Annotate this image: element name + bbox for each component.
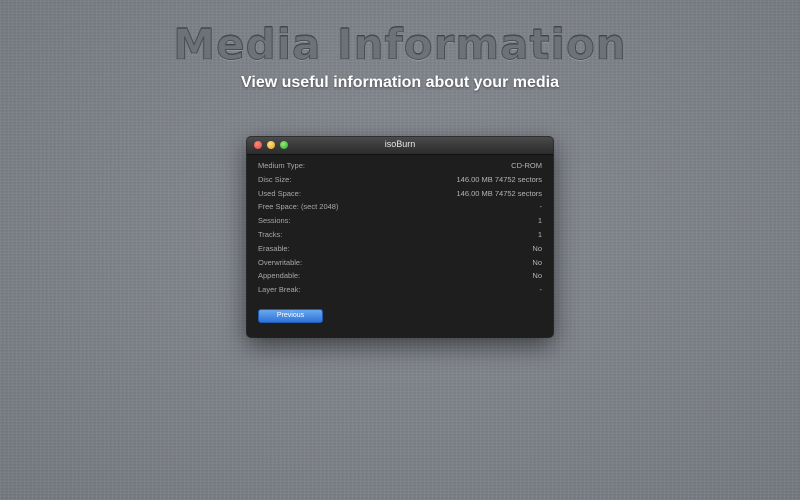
page-title: Media Information (173, 20, 627, 70)
info-value: No (532, 243, 542, 253)
page-subtitle: View useful information about your media (241, 74, 559, 91)
previous-button[interactable]: Previous (258, 309, 323, 323)
info-label: Sessions: (258, 216, 291, 226)
info-row-free-space: Free Space: (sect 2048) - (258, 200, 542, 214)
info-label: Tracks: (258, 229, 283, 239)
info-label: Layer Break: (258, 285, 301, 295)
info-value: 1 (537, 216, 542, 226)
window-title: isoBurn (384, 139, 416, 149)
info-value: 146.00 MB 74752 sectors (456, 174, 542, 184)
info-row-used-space: Used Space: 146.00 MB 74752 sectors (258, 187, 542, 201)
info-value: No (532, 271, 542, 281)
info-value: CD-ROM (511, 161, 542, 170)
info-row-layer-break: Layer Break: - (258, 283, 542, 297)
info-value: - (539, 285, 543, 295)
info-label: Medium Type: (258, 161, 305, 170)
info-label: Appendable: (258, 271, 301, 281)
info-label: Erasable: (258, 243, 290, 253)
info-value: - (539, 202, 543, 212)
info-label: Overwritable: (258, 257, 303, 267)
info-label: Used Space: (258, 188, 301, 198)
info-label: Disc Size: (258, 174, 292, 184)
info-row-medium-type: Medium Type: CD-ROM (258, 159, 542, 173)
info-row-sessions: Sessions: 1 (258, 214, 542, 228)
window-titlebar[interactable]: isoBurn (247, 137, 553, 155)
info-list: Medium Type: CD-ROM Disc Size: 146.00 MB… (247, 155, 553, 297)
info-row-tracks: Tracks: 1 (258, 228, 542, 242)
info-value: 146.00 MB 74752 sectors (456, 188, 542, 198)
info-value: No (532, 257, 542, 267)
media-info-window: isoBurn Medium Type: CD-ROM Disc Size: 1… (247, 137, 553, 337)
info-value: 1 (537, 229, 542, 239)
info-row-overwritable: Overwritable: No (258, 256, 542, 270)
info-row-disc-size: Disc Size: 146.00 MB 74752 sectors (258, 173, 542, 187)
info-label: Free Space: (sect 2048) (258, 202, 339, 212)
info-row-erasable: Erasable: No (258, 242, 542, 256)
info-row-appendable: Appendable: No (258, 269, 542, 283)
